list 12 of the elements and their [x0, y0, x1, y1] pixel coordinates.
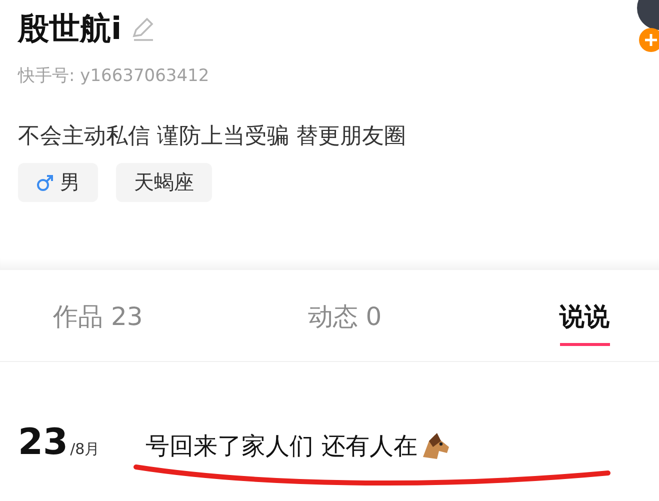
bio-text: 不会主动私信 谨防上当受骗 替更朋友圈	[18, 123, 407, 151]
male-icon	[36, 174, 54, 192]
profile-name: 殷世航i	[18, 10, 122, 49]
profile-tag: 天蝎座	[116, 163, 212, 202]
gender-tag: 男	[18, 163, 98, 202]
account-id: 快手号: y16637063412	[18, 65, 210, 87]
post-day: 23	[18, 422, 68, 463]
tab[interactable]: 作品 23	[53, 300, 143, 346]
tab[interactable]: 说说	[560, 300, 610, 346]
post-month: /8月	[70, 440, 100, 459]
tab[interactable]: 动态 0	[308, 300, 382, 346]
post-text: 号回来了家人们 还有人在	[146, 431, 418, 462]
